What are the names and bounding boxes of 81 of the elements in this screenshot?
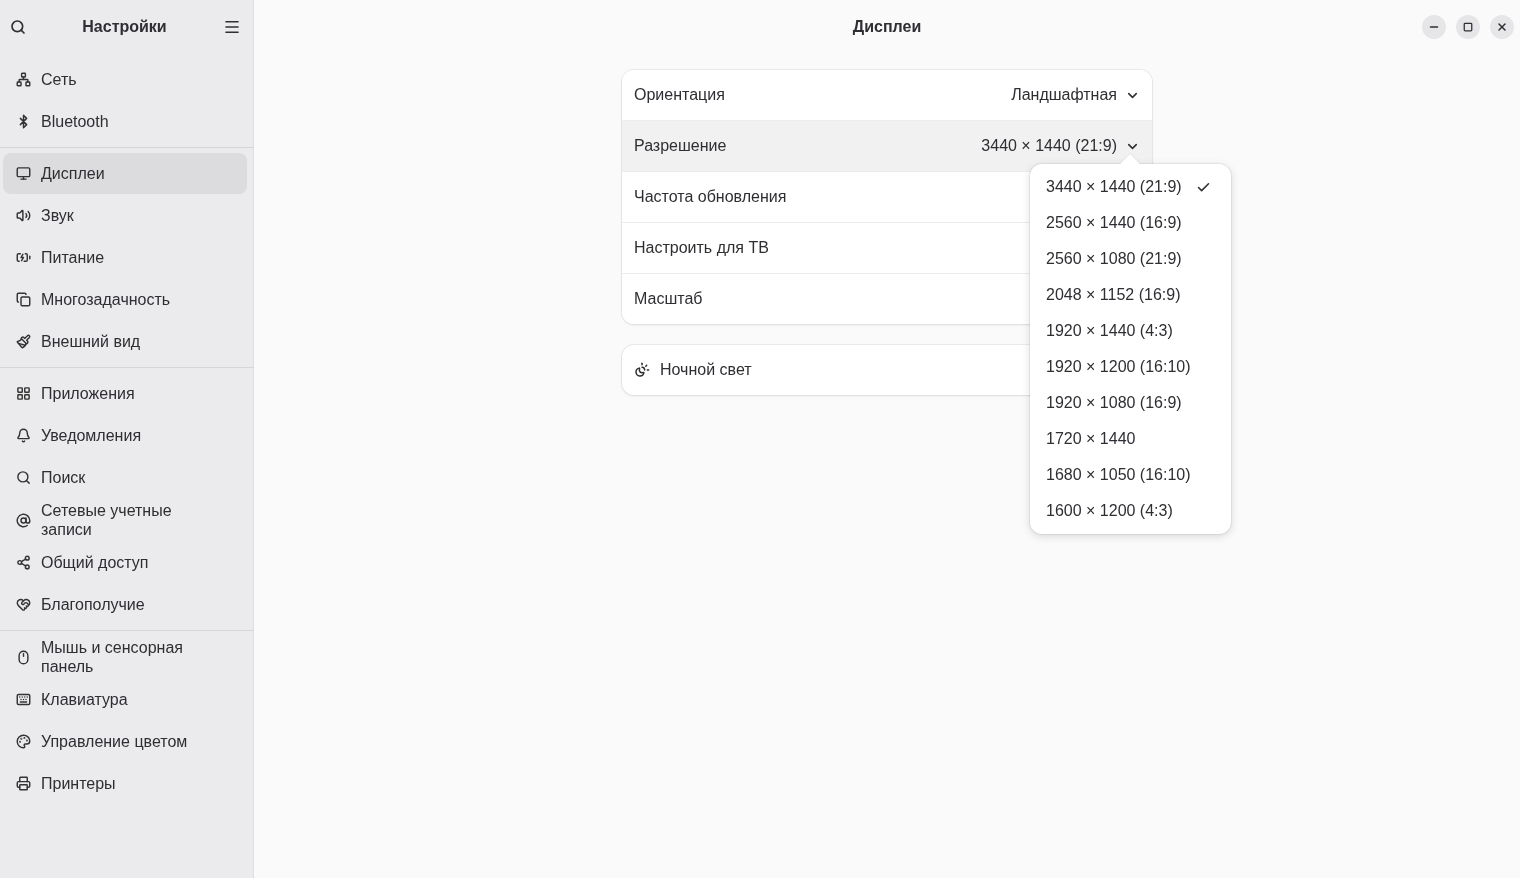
menu-item-label: 1680 × 1050 (16:10) <box>1046 466 1191 484</box>
sidebar-title: Настройки <box>82 18 167 36</box>
menu-item-label: 1920 × 1200 (16:10) <box>1046 358 1191 376</box>
settings-row[interactable]: Ориентация Ландшафтная <box>622 70 1152 120</box>
menu-item-label: 1920 × 1080 (16:9) <box>1046 394 1182 412</box>
search-icon <box>16 470 31 485</box>
menu-item-label: 1600 × 1200 (4:3) <box>1046 502 1173 520</box>
menu-item[interactable]: 1920 × 1200 (16:10) <box>1030 349 1231 385</box>
sidebar-item[interactable]: Уведомления <box>3 415 247 456</box>
sidebar-item[interactable]: Сетевые учетные записи <box>3 499 247 541</box>
close-icon <box>1496 21 1508 33</box>
search-icon[interactable] <box>10 19 26 35</box>
sidebar-item-label: Сеть <box>41 70 77 89</box>
settings-row[interactable]: Разрешение 3440 × 1440 (21:9) <box>622 120 1152 171</box>
row-label: Настроить для ТВ <box>634 239 769 257</box>
heart-hands-icon <box>16 597 31 612</box>
mouse-icon <box>16 649 31 665</box>
maximize-button[interactable] <box>1456 15 1480 39</box>
sidebar-item-label: Многозадачность <box>41 290 171 309</box>
sidebar-item[interactable]: Дисплеи <box>3 153 247 194</box>
menu-icon[interactable] <box>223 18 241 36</box>
row-label: Разрешение <box>634 137 727 155</box>
sidebar-item[interactable]: Питание <box>3 237 247 278</box>
palette-icon <box>16 734 31 749</box>
sidebar-item[interactable]: Внешний вид <box>3 321 247 362</box>
sidebar-item[interactable]: Многозадачность <box>3 279 247 320</box>
sidebar-item-label: Общий доступ <box>41 553 149 572</box>
bell-icon <box>16 428 31 443</box>
dropdown-button[interactable]: 3440 × 1440 (21:9) <box>981 137 1140 155</box>
menu-item-label: 1720 × 1440 <box>1046 430 1136 448</box>
sidebar-item-label: Клавиатура <box>41 690 128 709</box>
keyboard-icon <box>16 692 31 707</box>
at-sign-icon <box>16 512 31 528</box>
sidebar-item-label: Управление цветом <box>41 732 188 751</box>
sidebar-item-label: Уведомления <box>41 426 142 445</box>
page-title: Дисплеи <box>852 18 922 36</box>
windows-icon <box>16 292 31 307</box>
menu-item[interactable]: 1920 × 1080 (16:9) <box>1030 385 1231 421</box>
battery-icon <box>16 250 31 265</box>
grid-icon <box>16 386 31 401</box>
printer-icon <box>16 776 31 791</box>
sidebar-item-label: Внешний вид <box>41 332 141 351</box>
sidebar-item[interactable]: Звук <box>3 195 247 236</box>
sidebar-item-label: Bluetooth <box>41 112 109 131</box>
sun-moon-icon <box>634 362 650 378</box>
sidebar-item-label: Питание <box>41 248 105 267</box>
sidebar-item-label: Сетевые учетные записи <box>41 501 173 539</box>
sidebar-item-label: Дисплеи <box>41 164 105 183</box>
menu-item[interactable]: 1600 × 1200 (4:3) <box>1030 493 1231 529</box>
row-label: Частота обновления <box>634 188 787 206</box>
sidebar-item[interactable]: Поиск <box>3 457 247 498</box>
sidebar-item-label: Мышь и сенсорная панель <box>41 638 184 676</box>
minimize-button[interactable] <box>1422 15 1446 39</box>
sidebar-item-label: Благополучие <box>41 595 145 614</box>
menu-item[interactable]: 1720 × 1440 <box>1030 421 1231 457</box>
sidebar-item-label: Поиск <box>41 468 86 487</box>
sidebar-item[interactable]: Благополучие <box>3 584 247 625</box>
sidebar-item[interactable]: Клавиатура <box>3 679 247 720</box>
close-button[interactable] <box>1490 15 1514 39</box>
sidebar-item-label: Принтеры <box>41 774 116 793</box>
sidebar-item[interactable]: Принтеры <box>3 763 247 804</box>
share-icon <box>16 555 31 570</box>
brush-icon <box>16 334 31 349</box>
sidebar-item[interactable]: Сеть <box>3 59 247 100</box>
sidebar-item[interactable]: Bluetooth <box>3 101 247 142</box>
row-label: Ориентация <box>634 86 725 104</box>
sidebar-item[interactable]: Управление цветом <box>3 721 247 762</box>
row-label: Ночной свет <box>660 361 752 379</box>
network-icon <box>16 72 31 87</box>
menu-item-label: 1920 × 1440 (4:3) <box>1046 322 1173 340</box>
sidebar-item[interactable]: Общий доступ <box>3 542 247 583</box>
maximize-icon <box>1463 22 1473 32</box>
dropdown-button[interactable]: Ландшафтная <box>1011 86 1140 104</box>
monitor-icon <box>16 166 31 181</box>
sidebar-item[interactable]: Мышь и сенсорная панель <box>3 636 247 678</box>
speaker-icon <box>16 208 31 223</box>
sidebar-item[interactable]: Приложения <box>3 373 247 414</box>
menu-item[interactable]: 1680 × 1050 (16:10) <box>1030 457 1231 493</box>
sidebar-item-label: Звук <box>41 206 74 225</box>
sidebar-item-label: Приложения <box>41 384 135 403</box>
row-label: Масштаб <box>634 290 703 308</box>
